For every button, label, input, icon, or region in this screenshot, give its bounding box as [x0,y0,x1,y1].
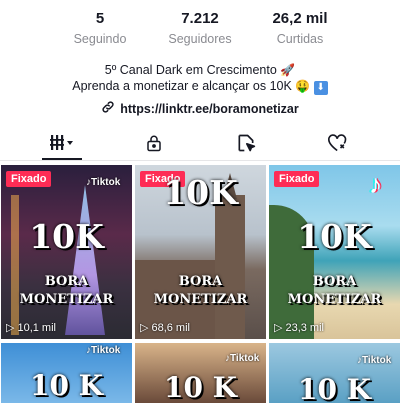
video-thumbnail[interactable]: ♪Tiktok 10 K [135,343,266,403]
tiktok-logo-icon: ♪Tiktok [357,355,392,366]
video-subtitle-line-2: MONETIZAR [153,292,248,307]
video-thumbnail[interactable]: Fixado 10K BORA MONETIZAR ▷ 68,6 mil [135,165,266,339]
video-subtitle-line-2: MONETIZAR [19,292,114,307]
lock-icon [145,134,163,157]
pinned-badge: Fixado [6,171,52,187]
repost-icon [236,133,256,158]
following-label: Seguindo [73,32,127,46]
down-arrow-icon: ⬇ [313,81,328,95]
tab-liked[interactable] [318,132,358,158]
tiktok-brand-label: Tiktok [362,355,392,366]
following-count: 5 [95,10,105,27]
street-light-image [11,195,19,335]
video-headline: 10 K [163,371,238,403]
followers-count: 7.212 [181,10,219,27]
tab-reposts[interactable] [226,132,266,158]
view-count: ▷ 68,6 mil [140,321,190,335]
profile-tabs [0,128,400,161]
bio-line-2-row: Aprenda a monetizar e alcançar os 10K 🤑 … [0,78,400,95]
video-headline: 10K [163,173,238,212]
profile-stats: 5 Seguindo 7.212 Seguidores 26,2 mil Cur… [0,10,400,46]
pinned-badge: Fixado [274,171,320,187]
stat-followers[interactable]: 7.212 Seguidores [150,10,250,46]
video-subtitle-line-2: MONETIZAR [287,292,382,307]
video-thumbnail[interactable]: Fixado ♪ 10K BORA MONETIZAR ▷ 23,3 mil [269,165,400,339]
view-count-value: 68,6 mil [151,321,190,334]
play-icon: ▷ [6,322,15,334]
video-thumbnail[interactable]: ♪Tiktok 10 K [269,343,400,403]
tab-videos[interactable] [42,132,82,160]
video-headline: 10 K [29,369,104,402]
view-count: ▷ 10,1 mil [6,321,56,335]
video-subtitle-line-1: BORA [178,274,223,289]
tiktok-brand-label: Tiktok [230,353,260,364]
tiktok-logo-icon: ♪Tiktok [86,345,121,356]
bio-line-1: 5º Canal Dark em Crescimento [104,63,277,77]
tiktok-logo-icon: ♪ [369,169,382,199]
video-headline: 10 K [297,373,372,403]
view-count: ▷ 23,3 mil [274,321,324,335]
lights-tree-image [65,185,105,335]
play-icon: ▷ [274,322,283,334]
view-count-value: 10,1 mil [17,321,56,334]
liked-heart-icon [327,133,349,158]
video-thumbnail[interactable]: ♪Tiktok 10 K [1,343,132,403]
tiktok-logo-icon: ♪Tiktok [86,177,121,188]
video-subtitle: BORA MONETIZAR [135,273,266,309]
video-thumbnail[interactable]: Fixado ♪Tiktok 10K BORA MONETIZAR ▷ 10,1… [1,165,132,339]
profile-bio: 5º Canal Dark em Crescimento 🚀 Aprenda a… [0,62,400,95]
church-tower-image [215,195,245,339]
likes-count: 26,2 mil [272,10,328,27]
link-icon [101,100,115,117]
money-face-icon: 🤑 [295,79,311,93]
video-headline: 10K [29,217,104,256]
stat-following[interactable]: 5 Seguindo [50,10,150,46]
view-count-value: 23,3 mil [285,321,324,334]
link-url: https://linktr.ee/boramonetizar [120,101,299,116]
likes-label: Curtidas [276,32,324,46]
followers-label: Seguidores [168,32,232,46]
profile-link[interactable]: https://linktr.ee/boramonetizar [0,100,400,117]
play-icon: ▷ [140,322,149,334]
rocket-icon: 🚀 [280,63,296,77]
tiktok-logo-icon: ♪Tiktok [225,353,260,364]
video-subtitle: BORA MONETIZAR [269,273,400,309]
bio-line-2: Aprenda a monetizar e alcançar os 10K [72,79,292,93]
video-subtitle: BORA MONETIZAR [1,273,132,309]
grid-icon [50,134,74,157]
stat-likes[interactable]: 26,2 mil Curtidas [250,10,350,46]
video-subtitle-line-1: BORA [312,274,357,289]
tiktok-brand-label: Tiktok [91,345,121,356]
bio-line-1-row: 5º Canal Dark em Crescimento 🚀 [0,62,400,78]
video-headline: 10K [297,217,372,256]
tab-private[interactable] [134,132,174,158]
video-subtitle-line-1: BORA [44,274,89,289]
